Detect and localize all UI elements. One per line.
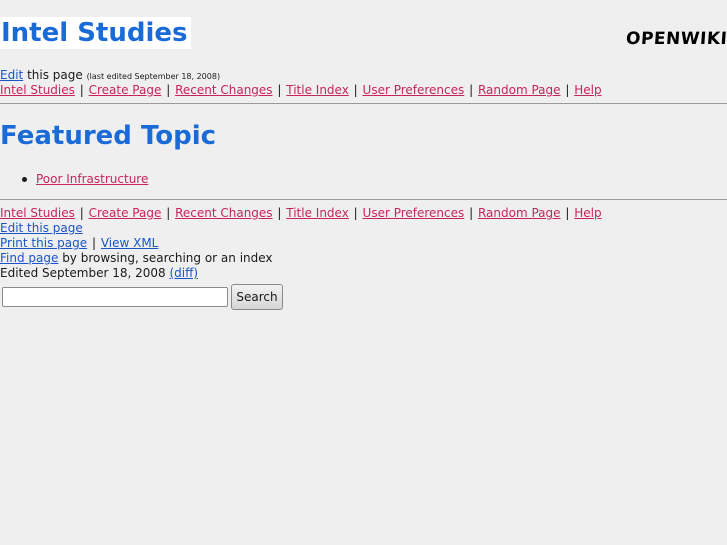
page-footer: Intel Studies | Create Page | Recent Cha…: [0, 206, 602, 281]
nav-user-preferences[interactable]: User Preferences: [363, 206, 465, 220]
find-page-text: by browsing, searching or an index: [58, 251, 273, 265]
find-page-row: Find page by browsing, searching or an i…: [0, 251, 602, 266]
footer-separator: |: [91, 236, 96, 250]
nav-help[interactable]: Help: [574, 206, 601, 220]
top-nav: Intel Studies | Create Page | Recent Cha…: [0, 83, 602, 98]
featured-topic-heading: Featured Topic: [0, 121, 217, 151]
view-xml-link[interactable]: View XML: [101, 236, 159, 250]
nav-separator: |: [353, 83, 358, 97]
page-header: Intel Studies OPENWIKI: [0, 0, 727, 66]
last-edited-note: (last edited September 18, 2008): [86, 72, 221, 81]
topic-link-poor-infrastructure[interactable]: Poor Infrastructure: [36, 172, 148, 186]
nav-separator: |: [166, 206, 171, 220]
nav-separator: |: [277, 206, 282, 220]
nav-separator: |: [353, 206, 358, 220]
nav-separator: |: [469, 206, 474, 220]
nav-separator: |: [79, 206, 84, 220]
nav-separator: |: [79, 83, 84, 97]
nav-random-page[interactable]: Random Page: [478, 83, 561, 97]
divider: [0, 199, 727, 200]
featured-topic-list: Poor Infrastructure: [0, 172, 148, 187]
nav-recent-changes[interactable]: Recent Changes: [175, 83, 272, 97]
edited-row: Edited September 18, 2008 (diff): [0, 266, 602, 281]
nav-separator: |: [469, 83, 474, 97]
nav-separator: |: [277, 83, 282, 97]
nav-user-preferences[interactable]: User Preferences: [363, 83, 465, 97]
openwiki-logo[interactable]: OPENWIKI: [625, 28, 727, 50]
diff-link[interactable]: (diff): [169, 266, 198, 280]
edit-link[interactable]: Edit: [0, 68, 23, 82]
nav-intel-studies[interactable]: Intel Studies: [0, 83, 75, 97]
nav-separator: |: [565, 206, 570, 220]
bottom-nav: Intel Studies | Create Page | Recent Cha…: [0, 206, 602, 221]
nav-title-index[interactable]: Title Index: [286, 83, 349, 97]
print-row: Print this page | View XML: [0, 236, 602, 251]
bullet-icon: [22, 177, 27, 182]
nav-separator: |: [565, 83, 570, 97]
edited-text: Edited September 18, 2008: [0, 266, 170, 280]
nav-help[interactable]: Help: [574, 83, 601, 97]
edit-this-page-link[interactable]: Edit this page: [0, 221, 83, 235]
nav-random-page[interactable]: Random Page: [478, 206, 561, 220]
search-button[interactable]: Search: [231, 284, 283, 310]
search-input[interactable]: [2, 287, 228, 307]
edit-line: Edit this page (last edited September 18…: [0, 68, 220, 83]
print-this-page-link[interactable]: Print this page: [0, 236, 87, 250]
list-item: Poor Infrastructure: [0, 172, 148, 187]
edit-this-page-row: Edit this page: [0, 221, 602, 236]
edit-line-text: this page: [23, 68, 87, 82]
nav-title-index[interactable]: Title Index: [286, 206, 349, 220]
site-title: Intel Studies: [0, 17, 191, 49]
nav-recent-changes[interactable]: Recent Changes: [175, 206, 272, 220]
divider: [0, 103, 727, 104]
nav-create-page[interactable]: Create Page: [89, 206, 162, 220]
nav-intel-studies[interactable]: Intel Studies: [0, 206, 75, 220]
find-page-link[interactable]: Find page: [0, 251, 58, 265]
nav-create-page[interactable]: Create Page: [89, 83, 162, 97]
nav-separator: |: [166, 83, 171, 97]
